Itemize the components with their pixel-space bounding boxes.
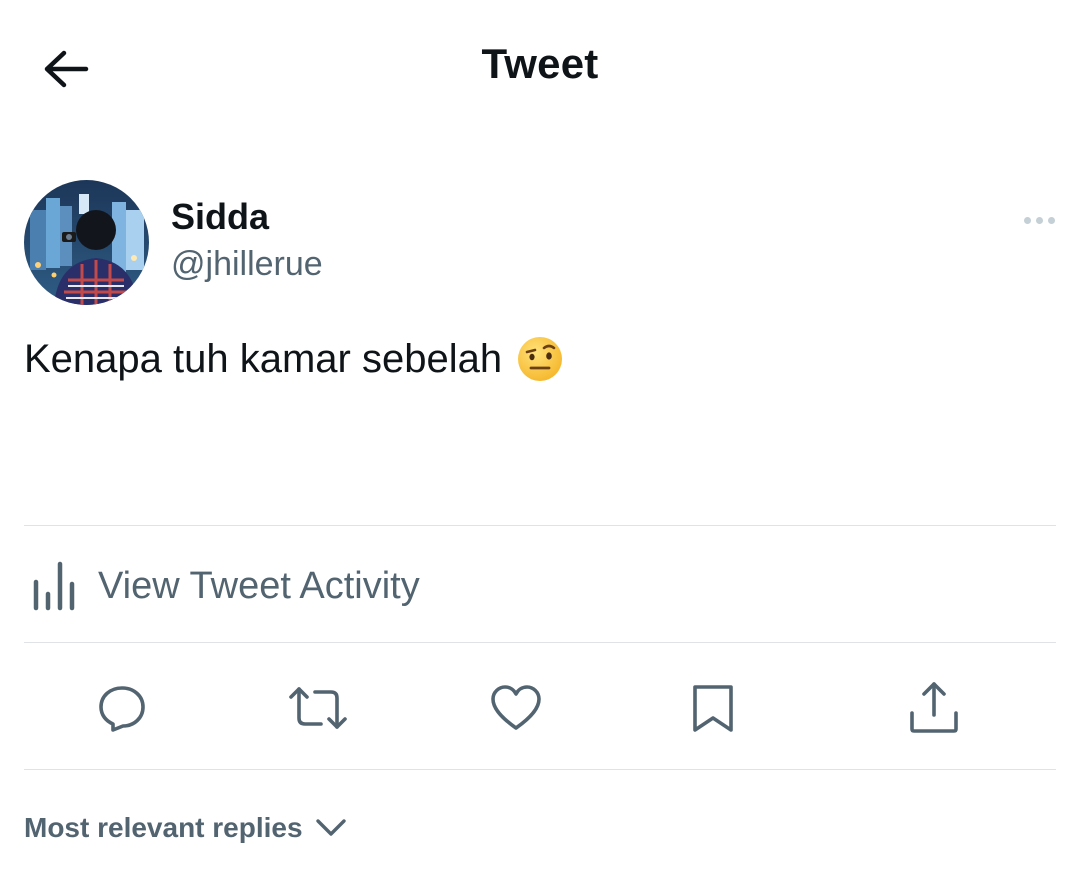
avatar[interactable] [24,180,149,305]
tweet-text: Kenapa tuh kamar sebelah [24,336,503,381]
view-tweet-activity-button[interactable]: View Tweet Activity [24,548,420,624]
bookmark-icon [693,685,733,732]
replies-sort-dropdown[interactable]: Most relevant replies [24,806,347,850]
chevron-down-icon [315,819,346,836]
more-horizontal-icon [1023,216,1055,224]
reply-button[interactable] [90,676,154,740]
like-button[interactable] [484,676,548,740]
share-upload-icon [910,682,958,733]
bookmark-button[interactable] [681,676,745,740]
reply-bubble-icon [99,686,145,732]
divider [24,769,1056,770]
tweet-text-container: Kenapa tuh kamar sebelah [24,335,564,383]
retweet-button[interactable] [286,676,350,740]
divider [24,525,1056,526]
more-button[interactable] [1015,203,1063,237]
heart-icon [491,685,541,730]
author-handle[interactable]: @jhillerue [171,245,323,284]
share-button[interactable] [902,676,966,740]
page-title: Tweet [481,40,599,87]
author-name[interactable]: Sidda [171,196,269,238]
activity-label: View Tweet Activity [98,564,420,607]
divider [24,642,1056,643]
avatar-photo [24,180,149,305]
face-with-raised-eyebrow-emoji [518,337,563,381]
bar-chart-icon [33,561,75,611]
replies-sort-label: Most relevant replies [24,812,303,843]
retweet-icon [289,687,347,729]
